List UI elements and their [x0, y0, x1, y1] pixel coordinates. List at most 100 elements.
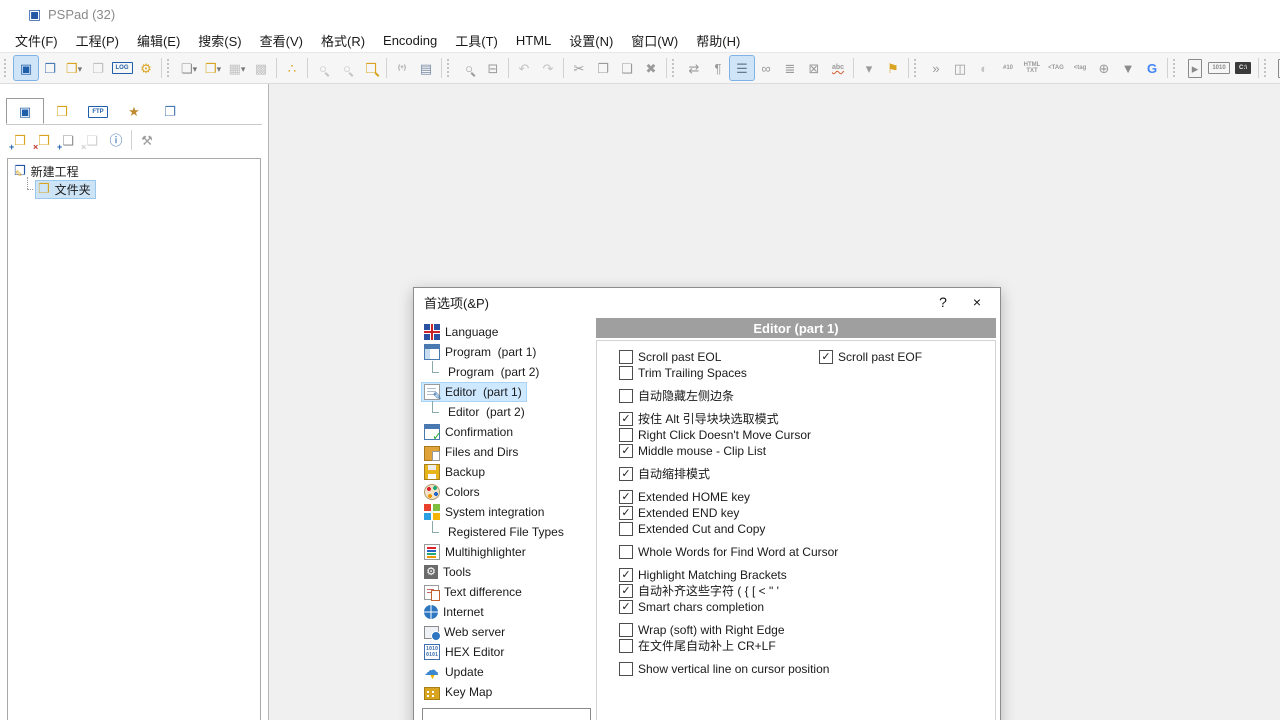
menu-item-2[interactable]: 编辑(E)	[128, 28, 189, 53]
paste-button[interactable]: ❑	[615, 56, 639, 80]
category-item-13[interactable]: Text difference	[422, 582, 590, 602]
line-numbers-button[interactable]: ☰	[730, 56, 754, 80]
menu-item-1[interactable]: 工程(P)	[67, 28, 128, 53]
lock-button[interactable]: ⊠	[802, 56, 826, 80]
more-tools-button[interactable]: ▾	[857, 56, 881, 80]
checkbox[interactable]	[619, 568, 633, 582]
category-item-7[interactable]: Backup	[422, 462, 590, 482]
menu-item-6[interactable]: Encoding	[374, 30, 446, 51]
category-item-15[interactable]: Web server	[422, 622, 590, 642]
files-tab[interactable]: ❒	[44, 99, 80, 124]
menu-item-3[interactable]: 搜索(S)	[189, 28, 250, 53]
tree-item-folder[interactable]: ❒ 文件夹	[8, 180, 260, 198]
ftp-tab[interactable]: FTP	[80, 99, 116, 124]
category-item-8[interactable]: Colors	[422, 482, 590, 502]
cut-button[interactable]: ✂	[567, 56, 591, 80]
toolbar-grip-handle[interactable]	[1173, 59, 1179, 77]
category-item-0[interactable]: Language	[422, 322, 590, 342]
search-in-files-button[interactable]: ❒	[359, 56, 383, 80]
save-file-button[interactable]: ▦	[225, 56, 249, 80]
dropdown-arrow-icon[interactable]	[217, 59, 222, 77]
project-tab[interactable]: ▣	[6, 98, 44, 124]
checkbox[interactable]	[619, 662, 633, 676]
checkbox[interactable]	[619, 600, 633, 614]
tag-uppercase-button[interactable]: <TAG	[1044, 56, 1068, 80]
copy-project-button[interactable]: ❐	[38, 56, 62, 80]
category-item-11[interactable]: Multihighlighter	[422, 542, 590, 562]
menu-item-11[interactable]: 帮助(H)	[687, 28, 749, 53]
print-button[interactable]: ⊟	[481, 56, 505, 80]
open-project-button[interactable]: ❒	[62, 56, 86, 80]
add-folder-button[interactable]: ❒+	[8, 128, 32, 152]
category-item-16[interactable]: HEX Editor	[422, 642, 590, 662]
favorites-tab[interactable]: ★	[116, 99, 152, 124]
char-table-button[interactable]: ◐	[972, 56, 996, 80]
dialog-help-button[interactable]: ?	[926, 289, 960, 315]
checkbox[interactable]	[619, 389, 633, 403]
print-preview-button[interactable]: ○	[457, 56, 481, 80]
checkbox-row[interactable]: 自动缩排模式	[619, 466, 838, 482]
category-item-9[interactable]: System integration	[422, 502, 590, 522]
menu-item-10[interactable]: 窗口(W)	[622, 28, 687, 53]
hex-mode-button[interactable]: 1010	[1207, 56, 1231, 80]
dropdown-arrow-icon[interactable]	[193, 59, 198, 77]
toolbar-grip-handle[interactable]	[672, 59, 678, 77]
dictionary-button[interactable]: ▤	[414, 56, 438, 80]
toolbar-grip-handle[interactable]	[1264, 59, 1270, 77]
search-button[interactable]: ○	[311, 56, 335, 80]
project-settings-button[interactable]: ⚙	[134, 56, 158, 80]
menu-item-7[interactable]: 工具(T)	[446, 28, 507, 53]
html-to-text-button[interactable]: HTML TXT	[1020, 56, 1044, 80]
checkbox[interactable]	[619, 444, 633, 458]
dialog-close-button[interactable]: ×	[960, 289, 994, 315]
toolbar-grip-handle[interactable]	[914, 59, 920, 77]
windows-tab[interactable]: ❐	[152, 99, 188, 124]
checkbox-row[interactable]: Extended HOME key	[619, 489, 838, 505]
checkbox[interactable]	[619, 522, 633, 536]
matching-brackets-button[interactable]: {+}	[390, 56, 414, 80]
menu-item-4[interactable]: 查看(V)	[251, 28, 312, 53]
checkbox[interactable]	[619, 366, 633, 380]
category-item-18[interactable]: Key Map	[422, 682, 590, 702]
filter-funnel-button[interactable]: ▼	[1116, 56, 1140, 80]
add-file-button[interactable]: ❏+	[56, 128, 80, 152]
checkbox-row[interactable]: 自动隐藏左侧边条	[619, 388, 838, 404]
category-item-17[interactable]: Update	[422, 662, 590, 682]
checkbox-row[interactable]: Highlight Matching Brackets	[619, 567, 838, 583]
log-window-button[interactable]: LOG	[110, 56, 134, 80]
checkbox[interactable]	[619, 639, 633, 653]
code-page-button[interactable]: ⊕	[1092, 56, 1116, 80]
remove-file-button[interactable]: ❏×	[80, 128, 104, 152]
category-item-3[interactable]: Editor (part 1)	[422, 382, 590, 402]
toolbar-grip-handle[interactable]	[447, 59, 453, 77]
tree-item-project-root[interactable]: ❐✎ 新建工程	[8, 162, 260, 180]
checkbox-row[interactable]: Scroll past EOL	[619, 349, 838, 365]
auto-indent-button[interactable]: ⇄	[682, 56, 706, 80]
category-item-4[interactable]: Editor (part 2)	[422, 402, 590, 422]
checkbox-row[interactable]: Extended Cut and Copy	[619, 521, 838, 537]
move-block-button[interactable]: ◫	[948, 56, 972, 80]
new-project-button[interactable]: ▣	[14, 56, 38, 80]
checkbox-row[interactable]: 自动补齐这些字符 ( { [ < " '	[619, 583, 838, 599]
checkbox[interactable]	[619, 412, 633, 426]
checkbox[interactable]	[619, 350, 633, 364]
checkbox-row[interactable]: Show vertical line on cursor position	[619, 661, 838, 677]
info-button[interactable]: ⓘ	[104, 128, 128, 152]
category-item-6[interactable]: Files and Dirs	[422, 442, 590, 462]
run-script-button[interactable]: ▸	[1183, 56, 1207, 80]
checkbox-row[interactable]: 按住 Alt 引导块块选取模式	[619, 411, 838, 427]
save-all-button[interactable]: ▩	[249, 56, 273, 80]
code-explorer-button[interactable]: ∴	[280, 56, 304, 80]
checkbox[interactable]	[619, 506, 633, 520]
checkbox-row[interactable]: Middle mouse - Clip List	[619, 443, 838, 459]
pin-button[interactable]: ⚑	[881, 56, 905, 80]
category-item-14[interactable]: Internet	[422, 602, 590, 622]
smart-indent-button[interactable]: »	[924, 56, 948, 80]
menu-item-9[interactable]: 设置(N)	[560, 28, 622, 53]
checkbox-row[interactable]: Right Click Doesn't Move Cursor	[619, 427, 838, 443]
checkbox-row[interactable]: Smart chars completion	[619, 599, 838, 615]
dropdown-arrow-icon[interactable]	[78, 59, 83, 77]
checkbox[interactable]	[619, 623, 633, 637]
spell-check-button[interactable]: abc	[826, 56, 850, 80]
category-search-input[interactable]	[422, 708, 591, 720]
